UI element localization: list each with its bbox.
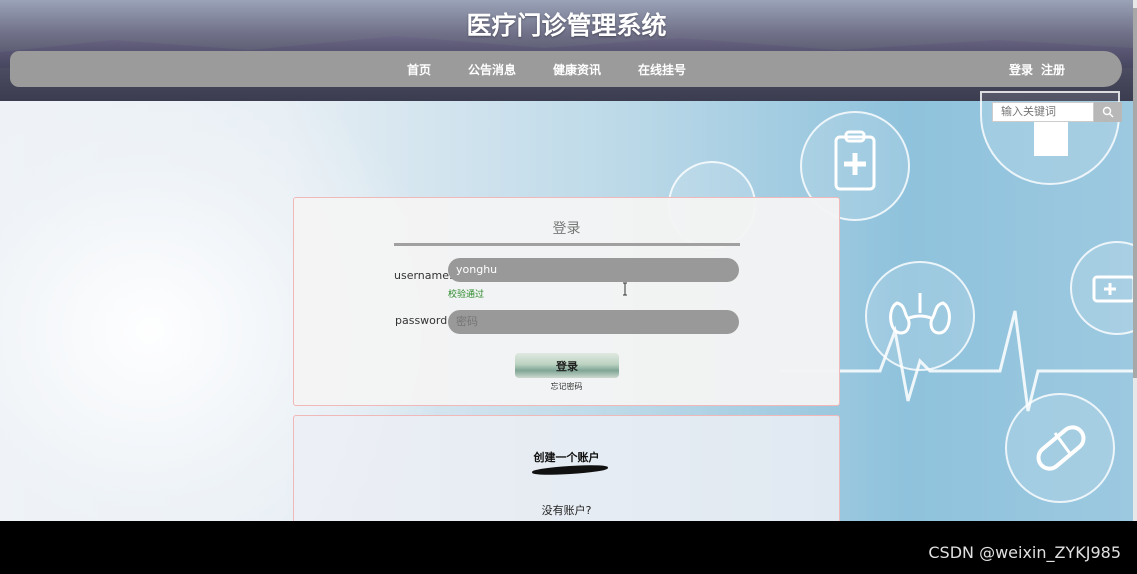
search-button[interactable]	[1094, 102, 1122, 122]
text-cursor-icon	[623, 282, 627, 296]
nav-item-health-news[interactable]: 健康资讯	[553, 61, 601, 78]
no-account-link[interactable]: 没有账户?	[294, 502, 839, 518]
username-input[interactable]	[448, 258, 739, 282]
forgot-password-link[interactable]: 忘记密码	[294, 381, 839, 392]
page-scrollbar[interactable]	[1133, 0, 1137, 521]
watermark-text: CSDN @weixin_ZYKJ985	[928, 543, 1121, 562]
login-submit-button[interactable]: 登录	[515, 353, 619, 378]
search-input[interactable]	[992, 102, 1094, 122]
search-icon	[1102, 106, 1114, 118]
password-label: password:	[395, 314, 451, 327]
nav-item-online-registration[interactable]: 在线挂号	[638, 61, 686, 78]
nav-item-announcements[interactable]: 公告消息	[468, 61, 516, 78]
site-title: 医疗门诊管理系统	[466, 11, 667, 40]
login-panel: 登录 username: 校验通过 password: 登录 忘记密码	[293, 197, 840, 406]
browser-viewport: 医疗门诊管理系统 首页 公告消息 健康资讯 在线挂号 登录 注册 输入关键词 登…	[0, 0, 1133, 521]
register-title: 创建一个账户	[533, 451, 600, 464]
brush-stroke-decoration	[531, 464, 609, 476]
main-navbar: 首页 公告消息 健康资讯 在线挂号 登录 注册	[10, 51, 1122, 87]
nav-register-link[interactable]: 注册	[1041, 61, 1065, 78]
username-validation-message: 校验通过	[448, 290, 485, 300]
login-divider	[394, 243, 740, 246]
scrollbar-thumb[interactable]	[1133, 8, 1137, 378]
site-header: 医疗门诊管理系统 首页 公告消息 健康资讯 在线挂号 登录 注册	[0, 0, 1133, 101]
register-panel: 创建一个账户 没有账户?	[293, 415, 840, 521]
search-dropdown-decoration	[1034, 122, 1068, 156]
username-label: username:	[394, 269, 453, 282]
password-input[interactable]	[448, 310, 739, 334]
login-submit-label: 登录	[556, 359, 578, 373]
login-title: 登录	[552, 221, 581, 237]
nav-item-home[interactable]: 首页	[407, 61, 431, 78]
nav-login-link[interactable]: 登录	[1009, 61, 1033, 78]
